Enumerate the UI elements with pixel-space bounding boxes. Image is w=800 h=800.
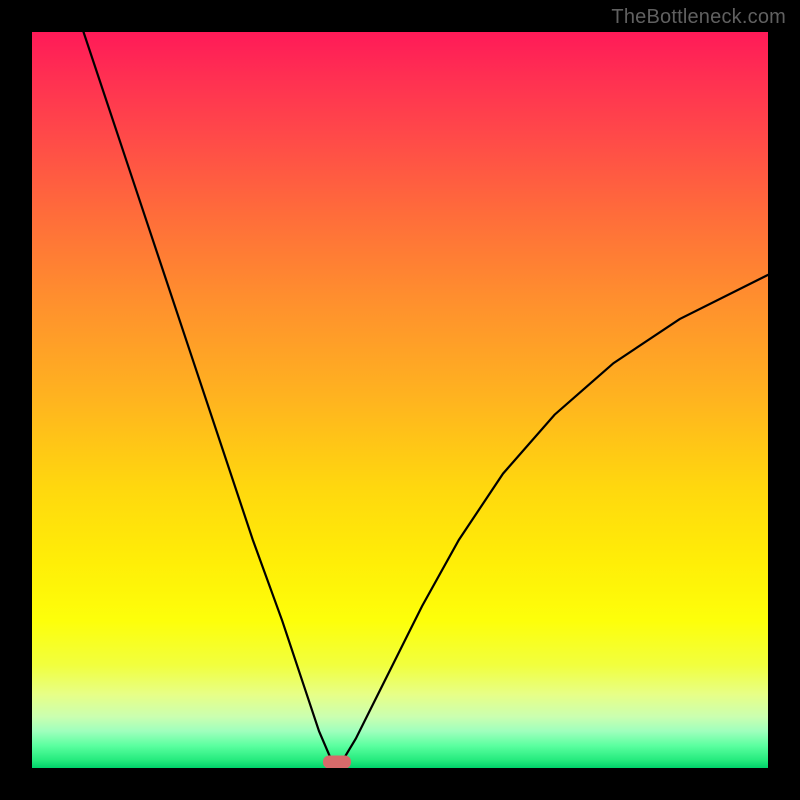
minimum-marker <box>323 756 351 768</box>
watermark-text: TheBottleneck.com <box>611 6 786 29</box>
bottleneck-curve <box>32 32 768 768</box>
chart-frame: TheBottleneck.com <box>0 0 800 800</box>
curve-right-branch <box>337 275 768 764</box>
curve-left-branch <box>84 32 338 764</box>
plot-area <box>32 32 768 768</box>
